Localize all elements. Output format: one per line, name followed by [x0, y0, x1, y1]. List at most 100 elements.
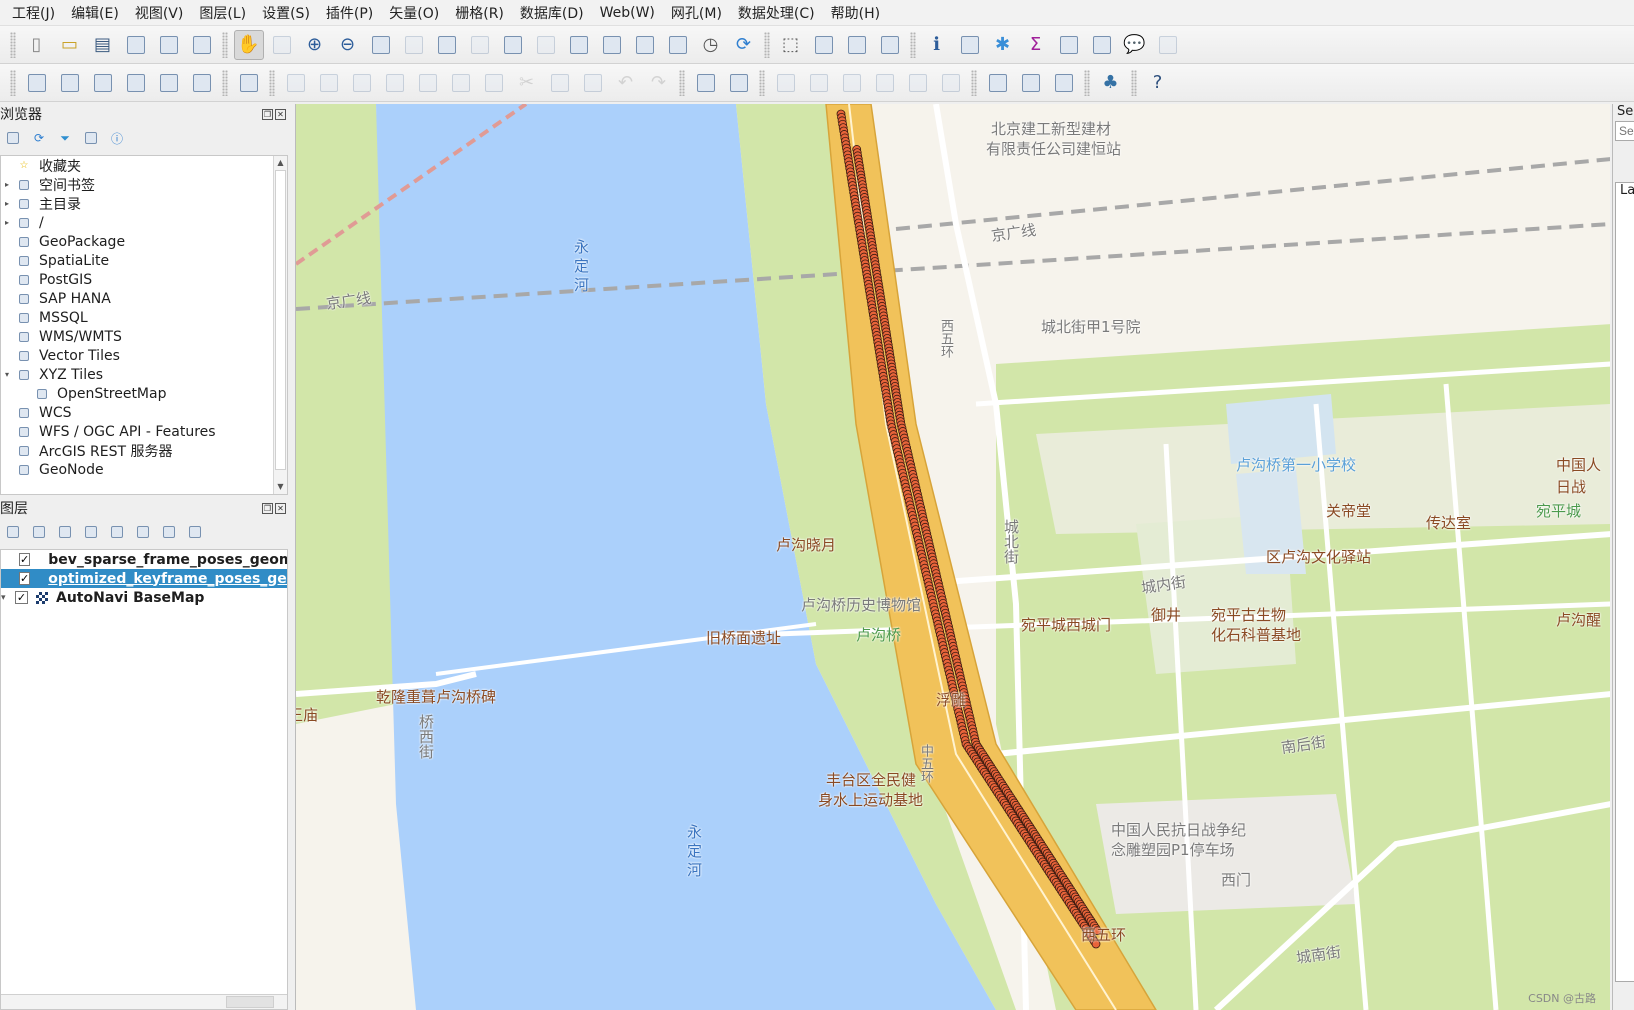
- toolbar-grip-handle[interactable]: [222, 69, 228, 96]
- browser-item[interactable]: SpatiaLite: [1, 251, 287, 270]
- statistics-button[interactable]: Σ: [1021, 30, 1051, 60]
- scroll-thumb[interactable]: [275, 170, 286, 470]
- add-point-feature-button[interactable]: [380, 68, 410, 98]
- layer-item[interactable]: ✓ bev_sparse_frame_poses_geom: [1, 550, 287, 569]
- toolbar-grip-handle[interactable]: [10, 31, 16, 58]
- quickmapservices-settings-button[interactable]: [1049, 68, 1079, 98]
- pan-to-selection-button[interactable]: [267, 30, 297, 60]
- browser-item[interactable]: GeoNode: [1, 460, 287, 479]
- save-layer-edits-button[interactable]: [347, 68, 377, 98]
- open-field-calculator-button[interactable]: [1054, 30, 1084, 60]
- select-features-button[interactable]: ⬚: [776, 30, 806, 60]
- browser-item[interactable]: OpenStreetMap: [1, 384, 287, 403]
- properties-button[interactable]: ⓘ: [108, 129, 126, 147]
- change-label-button[interactable]: [936, 68, 966, 98]
- refresh-button[interactable]: ⟳: [30, 129, 48, 147]
- quickmapservices-add-button[interactable]: [1016, 68, 1046, 98]
- menu-item[interactable]: 帮助(H): [823, 3, 888, 23]
- layout-manager-button[interactable]: [154, 30, 184, 60]
- toolbar-grip-handle[interactable]: [269, 69, 275, 96]
- zoom-to-selection-button[interactable]: [399, 30, 429, 60]
- toolbar-grip-handle[interactable]: [679, 69, 685, 96]
- menu-item[interactable]: 工程(J): [4, 3, 63, 23]
- refresh-button[interactable]: ⟳: [729, 30, 759, 60]
- show-bookmarks-button[interactable]: [663, 30, 693, 60]
- float-panel-button[interactable]: ❐: [262, 108, 273, 120]
- expand-arrow-icon[interactable]: ▸: [1, 218, 13, 227]
- pan-map-button[interactable]: ✋: [233, 29, 264, 60]
- python-console-button[interactable]: ♣: [1096, 68, 1126, 98]
- undo-button[interactable]: ↶: [611, 68, 641, 98]
- toolbar-grip-handle[interactable]: [971, 69, 977, 96]
- scroll-up-arrow[interactable]: ▲: [274, 156, 287, 170]
- save-project-button[interactable]: ▤: [88, 30, 118, 60]
- browser-item[interactable]: MSSQL: [1, 308, 287, 327]
- menu-item[interactable]: 栅格(R): [447, 3, 512, 23]
- select-by-value-button[interactable]: [809, 30, 839, 60]
- browser-item[interactable]: PostGIS: [1, 270, 287, 289]
- layer-visibility-checkbox[interactable]: ✓: [15, 591, 28, 604]
- cut-features-button[interactable]: ✂: [512, 68, 542, 98]
- browser-scrollbar[interactable]: ▲ ▼: [273, 156, 287, 494]
- browser-item[interactable]: ▸ 空间书签: [1, 175, 287, 194]
- select-by-location-button[interactable]: [875, 30, 905, 60]
- browser-item[interactable]: SAP HANA: [1, 289, 287, 308]
- browser-item[interactable]: ▾ XYZ Tiles: [1, 365, 287, 384]
- menu-item[interactable]: 矢量(O): [381, 3, 447, 23]
- pin-unpin-labels-button[interactable]: [804, 68, 834, 98]
- attribute-table-button[interactable]: [955, 30, 985, 60]
- open-project-button[interactable]: ▭: [55, 30, 85, 60]
- current-edits-button[interactable]: [281, 68, 311, 98]
- layer-item[interactable]: ✓ optimized_keyframe_poses_geom: [1, 569, 287, 588]
- browser-item[interactable]: Vector Tiles: [1, 346, 287, 365]
- toolbar-grip-handle[interactable]: [910, 31, 916, 58]
- deselect-button[interactable]: [842, 30, 872, 60]
- open-layer-styling-button[interactable]: [4, 523, 22, 541]
- menu-item[interactable]: 数据库(D): [512, 3, 592, 23]
- identify-features-button[interactable]: ℹ: [922, 30, 952, 60]
- help-button[interactable]: ?: [1143, 68, 1173, 98]
- new-temporary-scratch-layer-button[interactable]: [154, 68, 184, 98]
- filter-by-expression-button[interactable]: [108, 523, 126, 541]
- browser-item[interactable]: ▸ /: [1, 213, 287, 232]
- search-input[interactable]: [1615, 121, 1634, 141]
- collapse-all-button[interactable]: [82, 129, 100, 147]
- diagram-options-button[interactable]: [724, 68, 754, 98]
- remove-layer-button[interactable]: [186, 523, 204, 541]
- map-tips-button[interactable]: 💬: [1120, 30, 1150, 60]
- new-project-button[interactable]: ▯: [22, 30, 52, 60]
- expand-arrow-icon[interactable]: ▸: [1, 199, 13, 208]
- toolbar-grip-handle[interactable]: [1084, 69, 1090, 96]
- expand-arrow-icon[interactable]: ▾: [1, 370, 13, 379]
- new-print-layout-button[interactable]: [121, 30, 151, 60]
- menu-item[interactable]: 数据处理(C): [730, 3, 823, 23]
- toggle-editing-button[interactable]: [314, 68, 344, 98]
- collapse-all-button[interactable]: [160, 523, 178, 541]
- new-map-view-button[interactable]: [564, 30, 594, 60]
- expand-arrow-icon[interactable]: ▾: [1, 593, 11, 603]
- filter-legend-button[interactable]: [82, 523, 100, 541]
- new-shapefile-layer-button[interactable]: [88, 68, 118, 98]
- float-panel-button[interactable]: ❐: [262, 502, 273, 514]
- new-spatial-bookmark-button[interactable]: [630, 30, 660, 60]
- scroll-down-arrow[interactable]: ▼: [274, 480, 287, 494]
- filter-button[interactable]: ⏷: [56, 129, 74, 147]
- map-canvas[interactable]: 北京建工新型建材 有限责任公司建恒站 京广线 京广线 永定河 城北街甲1号院 卢沟桥第一小学…: [295, 104, 1610, 1010]
- new-3d-map-view-button[interactable]: [597, 30, 627, 60]
- rotate-label-button[interactable]: [903, 68, 933, 98]
- label-toolbar-button[interactable]: [691, 68, 721, 98]
- zoom-in-button[interactable]: ⊕: [300, 30, 330, 60]
- expand-all-button[interactable]: [134, 523, 152, 541]
- move-label-button[interactable]: [870, 68, 900, 98]
- layer-visibility-checkbox[interactable]: ✓: [19, 572, 31, 585]
- manage-visibility-button[interactable]: [56, 523, 74, 541]
- browser-item[interactable]: ☆ 收藏夹: [1, 156, 287, 175]
- digitizing-button[interactable]: [234, 68, 264, 98]
- zoom-last-button[interactable]: [498, 30, 528, 60]
- data-source-manager-button[interactable]: [22, 68, 52, 98]
- toolbar-grip-handle[interactable]: [1131, 69, 1137, 96]
- scroll-thumb[interactable]: [226, 996, 274, 1008]
- close-panel-button[interactable]: ✕: [275, 108, 286, 120]
- browser-item[interactable]: ▸ 主目录: [1, 194, 287, 213]
- browser-item[interactable]: WMS/WMTS: [1, 327, 287, 346]
